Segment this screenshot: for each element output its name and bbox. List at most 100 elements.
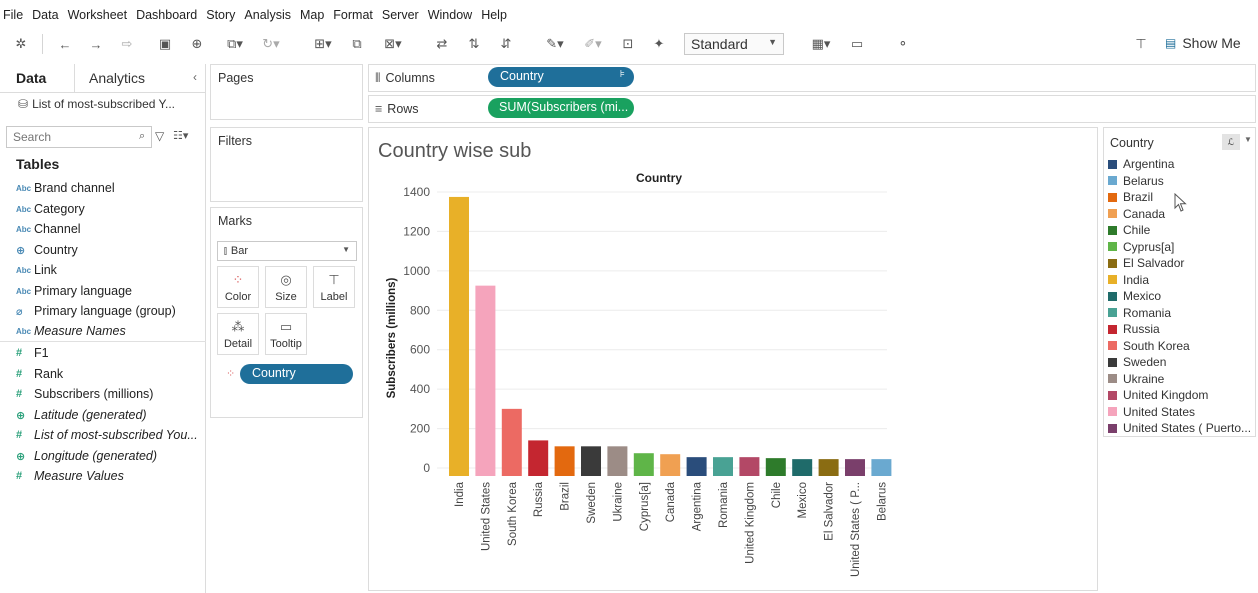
field-longitude[interactable]: ⊕ Longitude (generated) [16,447,157,465]
tooltip-toggle-icon[interactable]: ⊤ [1132,34,1150,54]
redo-icon[interactable]: → [87,34,105,54]
field-brand-channel[interactable]: Abc Brand channel [16,179,115,197]
legend-item[interactable]: El Salvador [1108,255,1184,271]
tab-data[interactable]: Data [16,70,46,86]
x-tick-label: Romania [718,481,730,528]
legend-swatch [1108,242,1117,251]
field-subscribers[interactable]: # Subscribers (millions) [16,385,153,403]
string-icon: Abc [16,204,32,214]
field-measure-names[interactable]: Abc Measure Names [16,322,126,340]
legend-item[interactable]: Mexico [1108,288,1161,304]
menu-server[interactable]: Server [382,8,419,22]
field-primary-language-group[interactable]: ⌀ Primary language (group) [16,302,176,320]
swap-icon[interactable]: ⊞▾ [310,34,336,54]
presentation-icon[interactable]: ▭ [848,34,866,54]
menu-worksheet[interactable]: Worksheet [68,8,128,22]
field-list-count[interactable]: # List of most-subscribed You... [16,426,198,444]
fit-dropdown[interactable]: Standard ▼ [684,33,784,55]
legend-item[interactable]: South Korea [1108,338,1190,354]
legend-item[interactable]: United Kingdom [1108,387,1208,403]
legend-item[interactable]: United States ( Puerto... [1108,420,1251,436]
pages-card[interactable]: Pages [210,64,363,120]
search-input[interactable] [6,126,152,148]
legend-item[interactable]: Brazil [1108,189,1153,205]
sort-ascending-icon[interactable]: ⇅ [465,34,483,54]
legend-swatch [1108,159,1117,169]
rows-subscribers-pill[interactable]: SUM(Subscribers (mi... [488,98,634,118]
legend-item[interactable]: Argentina [1108,156,1174,172]
field-rank[interactable]: # Rank [16,365,63,383]
field-category[interactable]: Abc Category [16,200,85,218]
save-icon[interactable]: ▣ [156,34,174,54]
measure-icon: # [16,368,23,380]
field-channel[interactable]: Abc Channel [16,220,81,238]
color-button[interactable]: ⁘ Color [217,266,259,308]
legend-item[interactable]: Romania [1108,305,1171,321]
legend-item[interactable]: India [1108,272,1149,288]
field-link[interactable]: Abc Link [16,261,57,279]
menu-bar: File Data Worksheet Dashboard Story Anal… [0,4,1258,26]
search-icon[interactable]: ⌕ [139,130,145,143]
collapse-pane-icon[interactable]: ‹ [193,70,197,84]
field-country[interactable]: ⊕ Country [16,241,78,259]
group-icon[interactable]: ✐▾ [578,34,608,54]
show-me-button[interactable]: ▤ Show Me [1165,35,1241,51]
detail-button[interactable]: ⁂ Detail [217,313,259,355]
duplicate-icon[interactable]: ⧉ [348,34,366,54]
undo-icon[interactable]: ← [56,34,74,54]
tooltip-button[interactable]: ▭ Tooltip [265,313,307,355]
legend-item[interactable]: Sweden [1108,354,1166,370]
legend-item[interactable]: Chile [1108,222,1150,238]
highlight-legend-icon[interactable]: ℒ [1222,134,1240,150]
tab-analytics[interactable]: Analytics [89,70,145,86]
legend-item[interactable]: Cyprus[a] [1108,239,1174,255]
tableau-logo-icon[interactable]: ✲ [12,34,30,54]
replay-icon[interactable]: ⇨ [118,34,136,54]
menu-map[interactable]: Map [300,8,324,22]
bar [818,459,839,476]
marks-country-pill[interactable]: Country [240,364,353,384]
menu-story[interactable]: Story [206,8,235,22]
rows-label: ≡ Rows [375,102,419,116]
size-button[interactable]: ◎ Size [265,266,307,308]
swap-rows-columns-icon[interactable]: ⇄ [433,34,451,54]
clear-sheet-icon[interactable]: ⊠▾ [380,34,406,54]
share-icon[interactable]: ⚬ [894,34,912,54]
pin-icon[interactable]: ✦ [650,34,668,54]
label-icon[interactable]: ⊡ [619,34,637,54]
fit-icon[interactable]: ▦▾ [806,34,836,54]
legend-label: Argentina [1123,157,1175,171]
refresh-icon[interactable]: ↻▾ [258,34,284,54]
chevron-down-icon: ▼ [768,37,777,47]
menu-window[interactable]: Window [428,8,472,22]
label-button[interactable]: ⊤ Label [313,266,355,308]
columns-country-pill[interactable]: Country ⊧ [488,67,634,87]
menu-file[interactable]: File [3,8,23,22]
menu-dashboard[interactable]: Dashboard [136,8,197,22]
legend-item[interactable]: Ukraine [1108,371,1164,387]
legend-item[interactable]: Belarus [1108,173,1164,189]
menu-format[interactable]: Format [333,8,373,22]
menu-help[interactable]: Help [481,8,507,22]
new-datasource-icon[interactable]: ⊕ [188,34,206,54]
mark-type-dropdown[interactable]: ⫿ Bar ▼ [217,241,357,261]
legend-item[interactable]: United States [1108,404,1195,420]
field-measure-values[interactable]: # Measure Values [16,467,124,485]
field-latitude[interactable]: ⊕ Latitude (generated) [16,406,147,424]
new-worksheet-icon[interactable]: ⧉▾ [222,34,248,54]
highlight-icon[interactable]: ✎▾ [540,34,570,54]
chevron-down-icon[interactable]: ▼ [1244,135,1252,144]
field-f1[interactable]: # F1 [16,344,49,362]
view-options-icon[interactable]: ☷▾ [173,129,188,142]
datasource-item[interactable]: ⛁ List of most-subscribed Y... [18,97,175,111]
legend-item[interactable]: Russia [1108,321,1160,337]
menu-data[interactable]: Data [32,8,58,22]
y-tick-label: 200 [410,422,430,436]
filter-icon[interactable]: ▽ [155,129,164,143]
filters-card[interactable]: Filters [210,127,363,202]
menu-analysis[interactable]: Analysis [244,8,291,22]
field-primary-language[interactable]: Abc Primary language [16,282,132,300]
mouse-cursor-icon [1174,193,1187,212]
legend-item[interactable]: Canada [1108,206,1165,222]
sort-descending-icon[interactable]: ⇵ [497,34,515,54]
